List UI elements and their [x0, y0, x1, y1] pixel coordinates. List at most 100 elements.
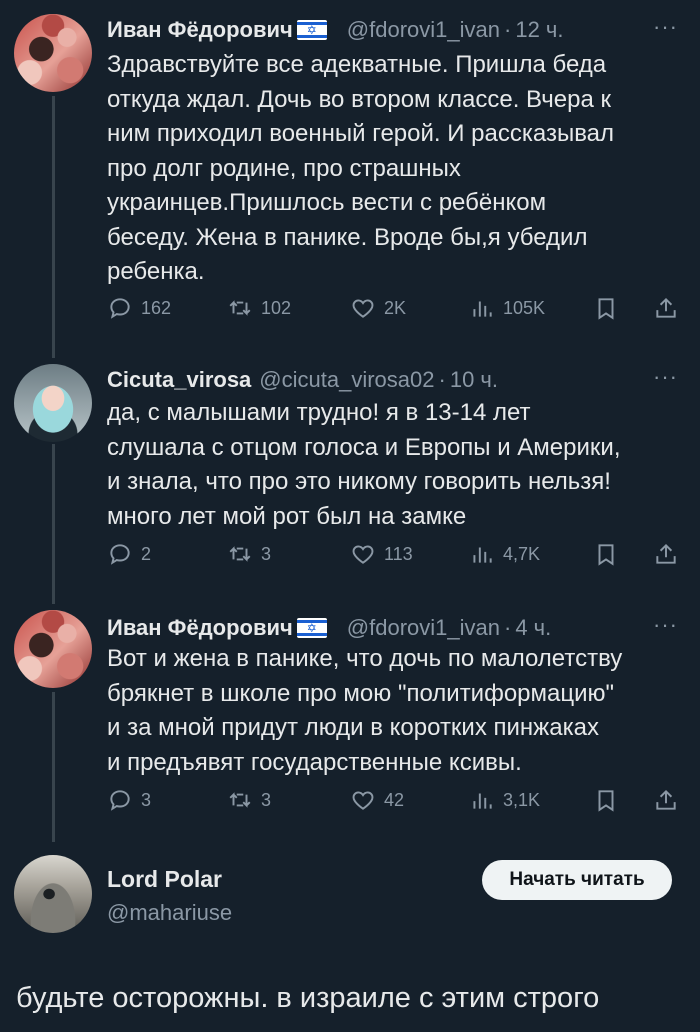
reply-icon — [110, 544, 130, 565]
share-button[interactable] — [653, 782, 679, 818]
reply-button[interactable]: 2 — [107, 536, 151, 572]
text-line: и знала, что про это никому говорить нел… — [107, 468, 611, 495]
tweet[interactable]: Иван Фёдорович ✡ @fdorovi1_ivan · 4 ч. ·… — [0, 598, 700, 848]
separator: · — [504, 615, 512, 640]
text-line: брякнет в школе про мою "политиформацию" — [107, 679, 615, 707]
views-count: 3,1K — [503, 789, 541, 810]
more-options-icon[interactable]: ··· — [653, 612, 678, 638]
separator: · — [504, 17, 512, 42]
retweet-count: 3 — [261, 543, 272, 564]
text-line: Вот и жена в панике, что дочь по малолет… — [107, 645, 623, 672]
text-line: да, с малышами трудно! я в 13-14 лет — [107, 399, 531, 426]
views-icon — [473, 793, 492, 809]
views-icon — [473, 547, 492, 563]
text-line: много лет мой рот был на замке — [107, 502, 467, 530]
tweet-text: да, с малышами трудно! я в 13-14 лет слу… — [107, 396, 677, 534]
text-line: Здравствуйте все адекватные. Пришла беда — [107, 51, 607, 78]
bookmark-button[interactable] — [593, 536, 619, 572]
share-button[interactable] — [653, 290, 679, 326]
follow-button[interactable]: Начать читать — [482, 860, 672, 900]
views-button[interactable]: 105K — [469, 290, 545, 326]
retweet-count: 3 — [261, 789, 272, 810]
tweet[interactable]: Cicuta_virosa @cicuta_virosa02 · 10 ч. ·… — [0, 350, 700, 600]
like-icon — [352, 299, 374, 318]
text-line: слушала с отцом голоса и Европы и Америк… — [107, 433, 621, 461]
share-icon — [656, 543, 676, 564]
bookmark-icon — [598, 790, 614, 812]
action-bar: 3 3 42 3,1K — [107, 782, 687, 818]
like-count: 42 — [384, 789, 405, 810]
author-handle[interactable]: @mahariuse — [107, 900, 232, 926]
retweet-icon — [229, 792, 251, 808]
like-button[interactable]: 113 — [350, 536, 413, 572]
reply-button[interactable]: 3 — [107, 782, 151, 818]
text-line: и предъявят государственные ксивы. — [107, 748, 522, 776]
views-button[interactable]: 3,1K — [469, 782, 540, 818]
share-icon — [656, 789, 676, 810]
avatar[interactable] — [14, 855, 92, 933]
like-count: 2K — [384, 297, 407, 318]
like-icon — [352, 791, 374, 810]
text-line: ребенка. — [107, 258, 205, 285]
like-count: 113 — [384, 543, 413, 564]
tweet-header: Иван Фёдорович ✡ @fdorovi1_ivan · 12 ч. — [107, 12, 564, 48]
israel-flag-icon: ✡ — [296, 20, 327, 40]
more-options-icon[interactable]: ··· — [653, 14, 678, 40]
avatar[interactable] — [14, 14, 92, 92]
tweet[interactable]: Иван Фёдорович ✡ @fdorovi1_ivan · 12 ч. … — [0, 0, 700, 350]
timestamp[interactable]: 4 ч. — [515, 615, 551, 641]
share-icon — [656, 297, 676, 318]
views-icon — [473, 301, 492, 317]
reply-icon — [110, 298, 130, 319]
action-bar: 2 3 113 4,7K — [107, 536, 687, 572]
reply-count: 162 — [141, 297, 172, 318]
views-count: 105K — [503, 297, 546, 318]
bookmark-icon — [598, 544, 614, 566]
text-line: откуда ждал. Дочь во втором классе. Вчер… — [107, 85, 611, 113]
text-line: ним приходил военный герой. И рассказыва… — [107, 120, 615, 147]
author-name[interactable]: Cicuta_virosa — [107, 367, 251, 393]
views-count: 4,7K — [503, 543, 541, 564]
text-line: и за мной придут люди в коротких пинжака… — [107, 714, 599, 741]
retweet-icon — [229, 546, 251, 562]
avatar[interactable] — [14, 610, 92, 688]
author-handle[interactable]: @cicuta_virosa02 — [259, 367, 434, 393]
retweet-button[interactable]: 3 — [227, 782, 271, 818]
tweet-header: Иван Фёдорович ✡ @fdorovi1_ivan · 4 ч. — [107, 610, 551, 646]
tweet-text: Вот и жена в панике, что дочь по малолет… — [107, 642, 677, 780]
timestamp[interactable]: 10 ч. — [450, 367, 498, 393]
more-options-icon[interactable]: ··· — [653, 364, 678, 390]
reply-button[interactable]: 162 — [107, 290, 171, 326]
separator: · — [438, 367, 446, 392]
like-icon — [352, 545, 374, 564]
action-bar: 162 102 2K 105K — [107, 290, 687, 326]
author-handle[interactable]: @fdorovi1_ivan — [347, 615, 500, 641]
retweet-count: 102 — [261, 297, 292, 318]
tweet-text: Здравствуйте все адекватные. Пришла беда… — [107, 48, 677, 290]
like-button[interactable]: 2K — [350, 290, 406, 326]
text-line: про долг родине, про страшных — [107, 154, 461, 182]
author-name[interactable]: Lord Polar — [107, 866, 222, 893]
post-text: будьте осторожны. в израиле с этим строг… — [16, 982, 600, 1014]
reply-icon — [110, 790, 130, 811]
retweet-icon — [229, 300, 251, 316]
bookmark-icon — [598, 298, 614, 320]
reply-count: 3 — [141, 789, 152, 810]
like-button[interactable]: 42 — [350, 782, 404, 818]
tweet-header: Cicuta_virosa @cicuta_virosa02 · 10 ч. — [107, 362, 498, 398]
reply-count: 2 — [141, 543, 152, 564]
share-button[interactable] — [653, 536, 679, 572]
retweet-button[interactable]: 102 — [227, 290, 291, 326]
author-name[interactable]: Иван Фёдорович — [107, 17, 293, 43]
retweet-button[interactable]: 3 — [227, 536, 271, 572]
text-line: украинцев.Пришлось вести с ребёнком — [107, 189, 547, 216]
israel-flag-icon: ✡ — [296, 618, 327, 638]
bookmark-button[interactable] — [593, 290, 619, 326]
author-name[interactable]: Иван Фёдорович — [107, 615, 293, 641]
author-handle[interactable]: @fdorovi1_ivan — [347, 17, 500, 43]
timestamp[interactable]: 12 ч. — [515, 17, 563, 43]
avatar[interactable] — [14, 364, 92, 442]
text-line: беседу. Жена в панике. Вроде бы,я убедил — [107, 223, 588, 251]
bookmark-button[interactable] — [593, 782, 619, 818]
views-button[interactable]: 4,7K — [469, 536, 540, 572]
